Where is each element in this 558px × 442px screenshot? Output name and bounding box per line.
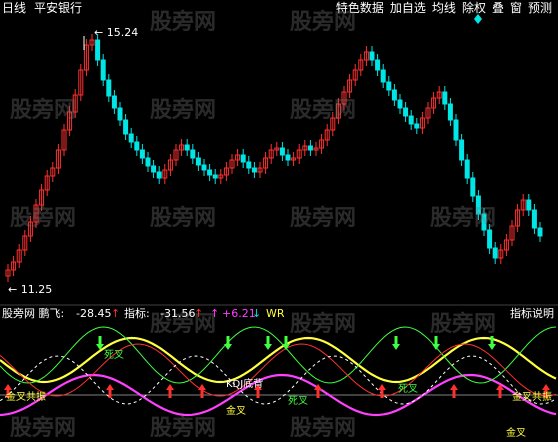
candle-body (190, 149, 196, 159)
indicator-label-4: WR (266, 307, 285, 320)
annotation-golden-resonance: 金叉共振 (6, 392, 46, 403)
candle-body (447, 103, 453, 121)
high-price-label: ← 15.24 (94, 26, 139, 39)
annotation-golden-cross: 金叉 (226, 406, 246, 417)
candle-body (139, 149, 145, 159)
low-price-label: ← 11.25 (8, 283, 53, 296)
candle-body (442, 91, 448, 105)
candle-body (123, 119, 129, 135)
indicator-value-3: +6.21 (222, 307, 256, 320)
candle-body (207, 169, 213, 176)
candle-body (459, 139, 465, 161)
candle-body (184, 144, 190, 151)
indicator-header: 股旁网 鹏飞: -28.45 ↑ 指标: -31.56 ↑ ↑ +6.21 ↓ … (0, 306, 558, 322)
candle-body (307, 145, 313, 151)
candle-body (151, 165, 157, 173)
candle-body (475, 195, 481, 215)
candle-body (481, 213, 487, 231)
candle-body (369, 51, 375, 61)
candle-body (156, 171, 162, 179)
up-arrow-icon: ↑ (210, 307, 220, 320)
up-arrow-icon: ↑ (111, 307, 121, 320)
annotation-kdj-divergence: KDJ底背 (226, 379, 264, 390)
candle-body (375, 59, 381, 71)
candle-body (453, 119, 459, 141)
annotation-golden-cross: 金叉 (506, 428, 526, 439)
candle-body (285, 154, 291, 161)
candle-body (251, 167, 257, 173)
candle-body (128, 133, 134, 143)
candle-body (464, 159, 470, 179)
candle-body (386, 81, 392, 91)
up-arrow-icon (450, 384, 458, 398)
candle-body (201, 164, 207, 171)
candle-body (117, 107, 123, 121)
up-arrow-icon: ↑ (194, 307, 204, 320)
indicator-label-2: 指标: (124, 307, 150, 320)
candle-body (240, 154, 246, 163)
down-arrow-icon (224, 336, 232, 350)
candle-body (414, 123, 420, 129)
candle-body (106, 79, 112, 97)
candle-body (212, 174, 218, 179)
indicator-value-2: -31.56 (160, 307, 196, 320)
annotation-golden-resonance: 金叉共振 (512, 392, 552, 403)
annotation-death-cross: 死叉 (398, 384, 418, 395)
candle-body (145, 157, 151, 167)
indicator-name: 股旁网 鹏飞: (2, 307, 65, 320)
candle-body (391, 89, 397, 101)
down-arrow-icon (432, 336, 440, 350)
candle-body (246, 161, 252, 169)
down-arrow-icon: ↓ (252, 307, 262, 320)
indicator-explain-button[interactable]: 指标说明 (510, 306, 554, 322)
candle-body (526, 199, 532, 211)
indicator-value-1: -28.45 (76, 307, 112, 320)
up-arrow-icon (166, 384, 174, 398)
candle-body (537, 227, 543, 237)
candle-body (380, 69, 386, 83)
candle-body (531, 209, 537, 229)
annotation-death-cross: 死叉 (104, 350, 124, 361)
red-curve (0, 343, 557, 397)
candle-body (403, 107, 409, 117)
candle-body (279, 147, 285, 156)
candle-body (487, 229, 493, 249)
down-arrow-icon (392, 336, 400, 350)
price-chart[interactable] (0, 0, 558, 440)
candle-body (408, 115, 414, 125)
candle-body (492, 247, 498, 259)
candle-body (397, 99, 403, 109)
candle-body (134, 141, 140, 151)
candle-body (195, 157, 201, 166)
candle-body (100, 59, 106, 81)
candle-body (470, 177, 476, 197)
candle-body (95, 39, 101, 61)
up-arrow-icon (106, 384, 114, 398)
candle-body (111, 95, 117, 109)
up-arrow-icon (198, 384, 206, 398)
diamond-icon (474, 14, 482, 24)
annotation-death-cross: 死叉 (288, 396, 308, 407)
down-arrow-icon (264, 336, 272, 350)
